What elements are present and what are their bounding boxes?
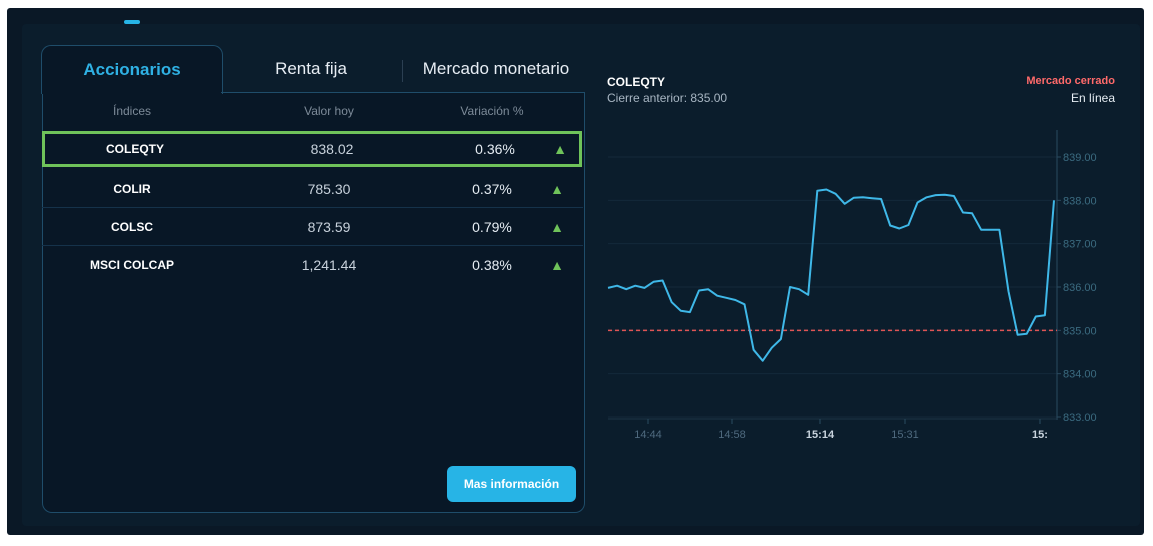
- price-series-line: [607, 188, 1055, 362]
- up-arrow-icon: ▲: [550, 180, 564, 197]
- y-tick-label: 838.00: [1063, 195, 1097, 207]
- y-tick-label: 839.00: [1063, 152, 1097, 164]
- tab-divider: [402, 60, 403, 82]
- tab-mercado-monetario[interactable]: Mercado monetario: [412, 45, 580, 92]
- connection-status: En línea: [1070, 91, 1115, 105]
- tab-accionarios[interactable]: Accionarios: [41, 45, 223, 94]
- header-valor-hoy: Valor hoy: [304, 104, 354, 118]
- y-tick-label: 833.00: [1063, 412, 1097, 424]
- table-row-colir[interactable]: COLIR 785.30 0.37% ▲: [42, 170, 583, 208]
- header-indices: Índices: [112, 104, 152, 118]
- more-info-button[interactable]: Mas información: [447, 466, 576, 502]
- market-status: Mercado cerrado: [1026, 75, 1115, 87]
- x-tick-label: 14:44: [634, 429, 662, 441]
- index-name: COLSC: [111, 219, 153, 234]
- index-value: 785.30: [307, 180, 351, 197]
- index-variation: 0.79%: [472, 218, 512, 235]
- table-row-msci-colcap[interactable]: MSCI COLCAP 1,241.44 0.38% ▲: [42, 246, 583, 283]
- price-chart: 839.00 838.00 837.00 836.00 835.00 834.00 833.…: [607, 130, 1097, 441]
- previous-close: Cierre anterior: 835.00: [607, 91, 728, 105]
- index-value: 838.02: [310, 141, 354, 157]
- index-name: MSCI COLCAP: [90, 257, 174, 272]
- table-row-colsc[interactable]: COLSC 873.59 0.79% ▲: [42, 208, 583, 246]
- index-variation: 0.38%: [472, 256, 512, 273]
- index-variation: 0.37%: [472, 180, 512, 197]
- x-tick-label: 15:: [1032, 429, 1048, 441]
- index-name: COLIR: [113, 181, 151, 196]
- y-tick-label: 837.00: [1063, 239, 1097, 251]
- x-tick-label: 14:58: [718, 429, 746, 441]
- table-row-coleqty[interactable]: COLEQTY 838.02 0.36% ▲: [42, 131, 582, 167]
- header-variacion: Variación %: [460, 104, 524, 118]
- y-tick-label: 836.00: [1063, 282, 1097, 294]
- up-arrow-icon: ▲: [553, 141, 567, 157]
- chart-title: COLEQTY: [607, 75, 666, 89]
- up-arrow-icon: ▲: [550, 218, 564, 235]
- up-arrow-icon: ▲: [550, 256, 564, 273]
- index-value: 1,241.44: [301, 256, 357, 273]
- y-tick-label: 834.00: [1063, 369, 1097, 381]
- tab-underline: [221, 92, 584, 93]
- index-variation: 0.36%: [475, 141, 515, 157]
- index-name: COLEQTY: [105, 142, 164, 156]
- x-tick-label: 15:31: [891, 429, 919, 441]
- y-tick-label: 835.00: [1063, 325, 1097, 337]
- x-tick-label: 15:14: [806, 429, 835, 441]
- tab-renta-fija[interactable]: Renta fija: [236, 45, 386, 92]
- index-value: 873.59: [307, 218, 351, 235]
